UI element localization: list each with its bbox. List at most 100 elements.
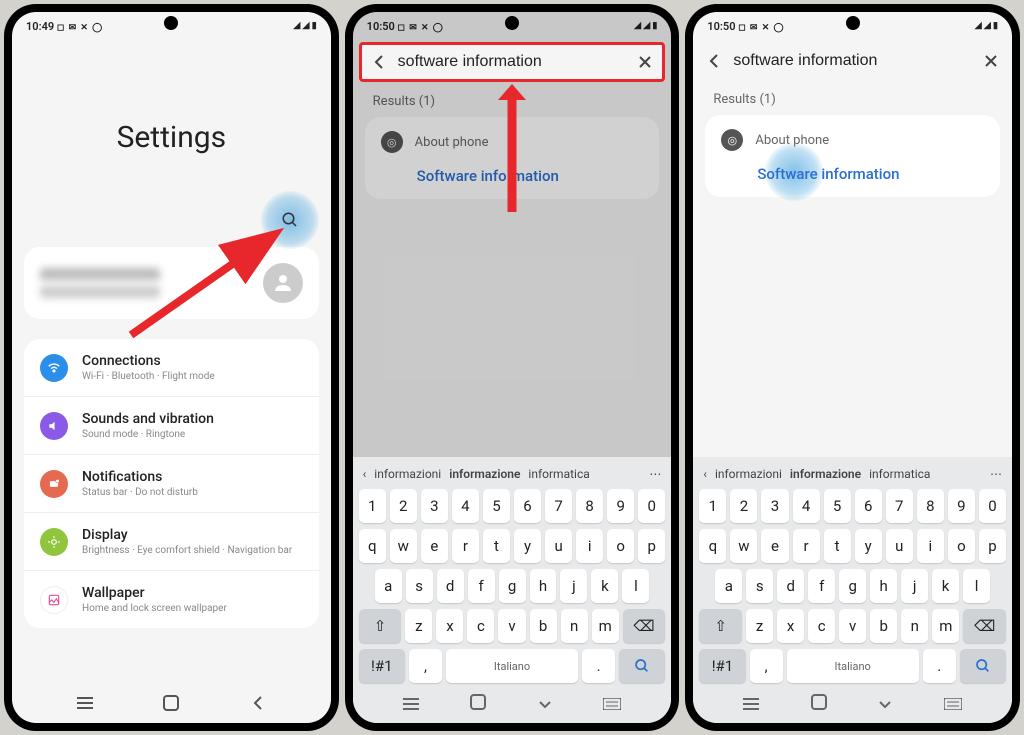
key-d[interactable]: d <box>777 569 804 603</box>
suggestion[interactable]: informazione <box>449 467 520 481</box>
key-i[interactable]: i <box>917 529 944 563</box>
suggestion[interactable]: informazioni <box>715 467 782 481</box>
key-a[interactable]: a <box>375 569 402 603</box>
backspace-key[interactable]: ⌫ <box>623 609 666 643</box>
key-1[interactable]: 1 <box>359 489 386 523</box>
nav-keyboard-down[interactable] <box>878 695 892 714</box>
key-r[interactable]: r <box>793 529 820 563</box>
more-icon[interactable]: ⋯ <box>649 467 661 481</box>
key-k[interactable]: k <box>932 569 959 603</box>
shift-key[interactable]: ⇧ <box>359 609 402 643</box>
key-t[interactable]: t <box>483 529 510 563</box>
search-input[interactable] <box>398 53 627 71</box>
key-n[interactable]: n <box>901 609 928 643</box>
key-8[interactable]: 8 <box>917 489 944 523</box>
key-2[interactable]: 2 <box>390 489 417 523</box>
key-g[interactable]: g <box>499 569 526 603</box>
key-4[interactable]: 4 <box>793 489 820 523</box>
key-y[interactable]: y <box>855 529 882 563</box>
keyboard-switch-icon[interactable] <box>944 695 962 714</box>
settings-item-sounds[interactable]: Sounds and vibrationSound mode · Rington… <box>24 397 319 455</box>
space-key[interactable]: Italiano <box>446 649 578 683</box>
key-z[interactable]: z <box>405 609 432 643</box>
key-7[interactable]: 7 <box>545 489 572 523</box>
more-icon[interactable]: ⋯ <box>990 467 1002 481</box>
key-o[interactable]: o <box>607 529 634 563</box>
key-9[interactable]: 9 <box>607 489 634 523</box>
keyboard-switch-icon[interactable] <box>603 695 621 714</box>
shift-key[interactable]: ⇧ <box>699 609 742 643</box>
key-5[interactable]: 5 <box>824 489 851 523</box>
key-j[interactable]: j <box>901 569 928 603</box>
key-k[interactable]: k <box>591 569 618 603</box>
nav-recent[interactable] <box>743 695 759 714</box>
key-r[interactable]: r <box>452 529 479 563</box>
key-m[interactable]: m <box>592 609 619 643</box>
nav-home[interactable] <box>161 695 181 711</box>
key-z[interactable]: z <box>746 609 773 643</box>
key-e[interactable]: e <box>761 529 788 563</box>
key-c[interactable]: c <box>808 609 835 643</box>
key-x[interactable]: x <box>777 609 804 643</box>
key-h[interactable]: h <box>870 569 897 603</box>
symbols-key[interactable]: !#1 <box>699 649 745 683</box>
key-3[interactable]: 3 <box>761 489 788 523</box>
key-n[interactable]: n <box>561 609 588 643</box>
key-v[interactable]: v <box>498 609 525 643</box>
key-b[interactable]: b <box>870 609 897 643</box>
key-p[interactable]: p <box>638 529 665 563</box>
key-3[interactable]: 3 <box>421 489 448 523</box>
key-0[interactable]: 0 <box>979 489 1006 523</box>
key-5[interactable]: 5 <box>483 489 510 523</box>
key-v[interactable]: v <box>839 609 866 643</box>
backspace-key[interactable]: ⌫ <box>963 609 1006 643</box>
clear-button[interactable] <box>634 51 656 73</box>
nav-home[interactable] <box>811 694 827 714</box>
clear-button[interactable] <box>980 50 1002 72</box>
key-f[interactable]: f <box>468 569 495 603</box>
key-u[interactable]: u <box>545 529 572 563</box>
nav-recent[interactable] <box>75 695 95 711</box>
key-l[interactable]: l <box>963 569 990 603</box>
back-button[interactable] <box>368 51 390 73</box>
comma-key[interactable]: , <box>750 649 783 683</box>
key-7[interactable]: 7 <box>886 489 913 523</box>
nav-home[interactable] <box>470 694 486 714</box>
key-u[interactable]: u <box>886 529 913 563</box>
key-9[interactable]: 9 <box>948 489 975 523</box>
key-w[interactable]: w <box>390 529 417 563</box>
nav-back[interactable] <box>248 695 268 711</box>
key-l[interactable]: l <box>622 569 649 603</box>
period-key[interactable]: . <box>582 649 615 683</box>
result-link[interactable]: Software information <box>757 165 984 183</box>
key-s[interactable]: s <box>406 569 433 603</box>
key-g[interactable]: g <box>839 569 866 603</box>
key-w[interactable]: w <box>730 529 757 563</box>
chevron-left-icon[interactable]: ‹ <box>703 467 707 481</box>
key-f[interactable]: f <box>808 569 835 603</box>
key-s[interactable]: s <box>746 569 773 603</box>
key-m[interactable]: m <box>932 609 959 643</box>
key-o[interactable]: o <box>948 529 975 563</box>
nav-keyboard-down[interactable] <box>538 695 552 714</box>
key-d[interactable]: d <box>437 569 464 603</box>
suggestion[interactable]: informazioni <box>374 467 441 481</box>
key-b[interactable]: b <box>530 609 557 643</box>
chevron-left-icon[interactable]: ‹ <box>363 467 367 481</box>
key-t[interactable]: t <box>824 529 851 563</box>
key-4[interactable]: 4 <box>452 489 479 523</box>
key-x[interactable]: x <box>436 609 463 643</box>
space-key[interactable]: Italiano <box>787 649 919 683</box>
key-2[interactable]: 2 <box>730 489 757 523</box>
key-e[interactable]: e <box>421 529 448 563</box>
suggestion[interactable]: informazione <box>790 467 861 481</box>
key-q[interactable]: q <box>359 529 386 563</box>
settings-item-wallpaper[interactable]: WallpaperHome and lock screen wallpaper <box>24 571 319 628</box>
key-8[interactable]: 8 <box>576 489 603 523</box>
suggestion[interactable]: informatica <box>869 467 930 481</box>
key-c[interactable]: c <box>467 609 494 643</box>
key-a[interactable]: a <box>715 569 742 603</box>
key-p[interactable]: p <box>979 529 1006 563</box>
settings-item-connections[interactable]: ConnectionsWi-Fi · Bluetooth · Flight mo… <box>24 339 319 397</box>
key-6[interactable]: 6 <box>855 489 882 523</box>
